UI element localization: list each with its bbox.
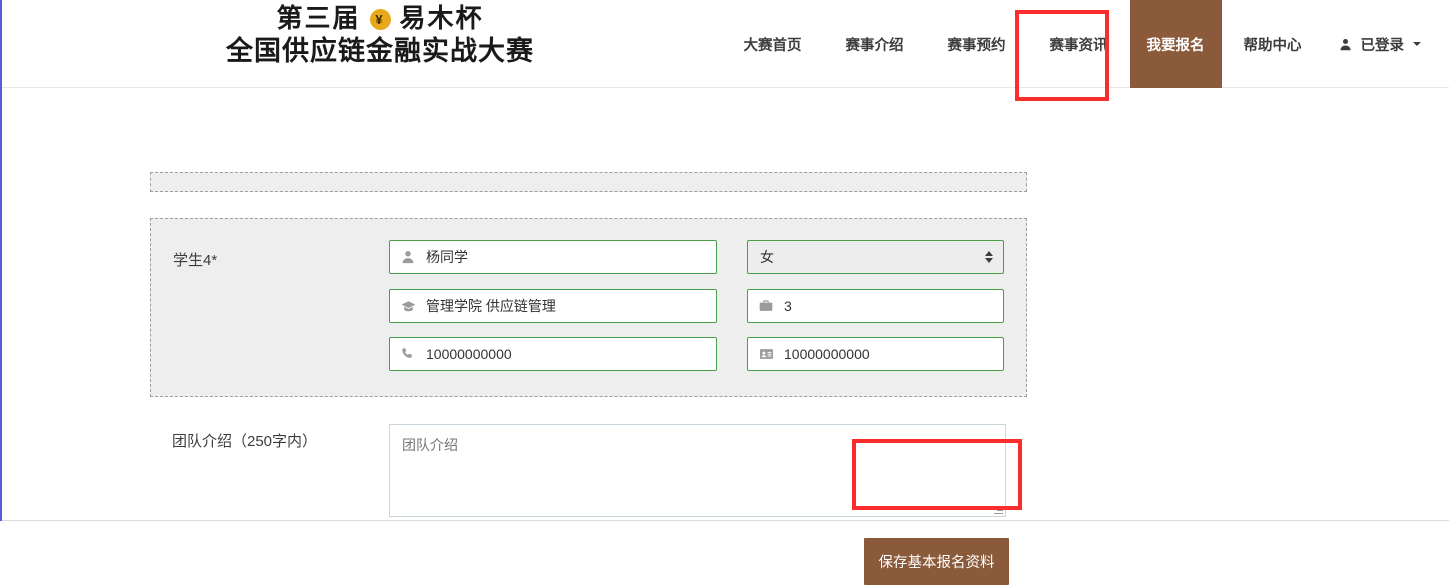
logo-text-prefix: 第三届 <box>276 4 360 35</box>
user-menu-label: 已登录 <box>1361 34 1405 55</box>
nav-item-booking[interactable]: 赛事预约 <box>926 0 1028 88</box>
site-header: 第三届 ¥ 易木杯 全国供应链金融实战大赛 大赛首页 赛事介绍 赛事预约 赛事资… <box>2 0 1449 88</box>
nav-item-signup[interactable]: 我要报名 <box>1130 0 1222 88</box>
student-phone-value: 10000000000 <box>426 346 512 362</box>
nav-item-intro[interactable]: 赛事介绍 <box>824 0 926 88</box>
logo-text-suffix: 易木杯 <box>400 4 484 35</box>
nav-item-help[interactable]: 帮助中心 <box>1222 0 1324 88</box>
save-registration-button[interactable]: 保存基本报名资料 <box>864 538 1009 585</box>
student-gender-select[interactable]: 女 <box>747 240 1004 274</box>
logo-line-1: 第三届 ¥ 易木杯 <box>170 4 590 35</box>
previous-student-block-partial <box>150 172 1027 192</box>
logo-line-2: 全国供应链金融实战大赛 <box>170 36 590 68</box>
yen-symbol: ¥ <box>375 13 384 26</box>
yen-coin-icon: ¥ <box>370 9 391 30</box>
registration-form: 学生4* 杨同学 女 管理学院 供应链管理 3 <box>2 88 1449 521</box>
phone-icon <box>400 346 416 362</box>
student-major-value: 管理学院 供应链管理 <box>426 296 556 316</box>
student-idcard-input[interactable]: 10000000000 <box>747 337 1004 371</box>
briefcase-icon <box>758 298 774 314</box>
site-logo[interactable]: 第三届 ¥ 易木杯 全国供应链金融实战大赛 <box>170 4 590 68</box>
student-4-label: 学生4* <box>173 249 217 270</box>
student-name-input[interactable]: 杨同学 <box>389 240 717 274</box>
user-icon <box>1338 36 1354 52</box>
student-grade-value: 3 <box>784 298 792 314</box>
nav-item-news[interactable]: 赛事资讯 <box>1028 0 1130 88</box>
user-menu[interactable]: 已登录 <box>1324 0 1449 88</box>
graduation-cap-icon <box>400 298 416 314</box>
main-navigation: 大赛首页 赛事介绍 赛事预约 赛事资讯 我要报名 帮助中心 已登录 <box>722 0 1449 88</box>
student-idcard-value: 10000000000 <box>784 346 870 362</box>
nav-item-home[interactable]: 大赛首页 <box>722 0 824 88</box>
id-card-icon <box>758 346 774 362</box>
spinner-icon <box>985 251 993 263</box>
student-grade-input[interactable]: 3 <box>747 289 1004 323</box>
page-root: 第三届 ¥ 易木杯 全国供应链金融实战大赛 大赛首页 赛事介绍 赛事预约 赛事资… <box>0 0 1449 521</box>
student-phone-input[interactable]: 10000000000 <box>389 337 717 371</box>
team-intro-textarea[interactable] <box>389 424 1006 517</box>
student-major-input[interactable]: 管理学院 供应链管理 <box>389 289 717 323</box>
user-icon <box>400 249 416 265</box>
student-name-value: 杨同学 <box>426 247 468 267</box>
student-gender-value: 女 <box>760 247 774 267</box>
chevron-down-icon <box>1413 42 1421 46</box>
team-intro-label: 团队介绍（250字内） <box>172 430 317 451</box>
